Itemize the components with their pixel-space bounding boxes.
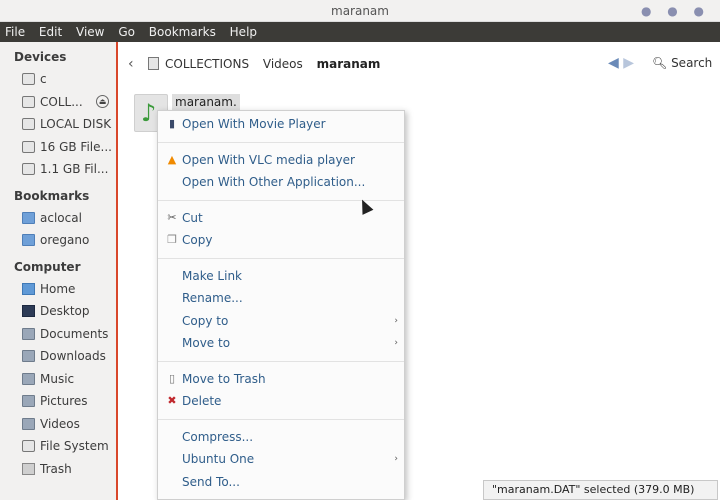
folder-icon — [22, 372, 35, 385]
menu-delete[interactable]: ✖ Delete — [158, 390, 404, 413]
menu-open-movie-player[interactable]: ▮ Open With Movie Player — [158, 113, 404, 136]
sidebar-item-music[interactable]: Music — [0, 368, 116, 391]
menu-copy[interactable]: ❐ Copy — [158, 229, 404, 252]
file-label[interactable]: maranam. — [172, 94, 240, 110]
sidebar-item-collections[interactable]: COLL... ⏏ — [0, 91, 116, 114]
drive-icon — [22, 440, 35, 452]
breadcrumb-maranam[interactable]: maranam — [317, 57, 381, 71]
sidebar-item-home[interactable]: Home — [0, 278, 116, 301]
sidebar-item-16gb[interactable]: 16 GB File... — [0, 136, 116, 159]
menu-file[interactable]: File — [0, 22, 30, 42]
sidebar-item-local-disk[interactable]: LOCAL DISK — [0, 113, 116, 136]
menu-separator — [158, 418, 404, 420]
menubar: File Edit View Go Bookmarks Help — [0, 22, 720, 42]
sidebar-item-desktop[interactable]: Desktop — [0, 300, 116, 323]
sidebar-item-file-system[interactable]: File System — [0, 435, 116, 458]
sidebar: Devices c COLL... ⏏ LOCAL DISK 16 GB File… — [0, 42, 118, 500]
menu-move-to[interactable]: Move to › — [158, 332, 404, 355]
drive-icon — [22, 163, 35, 175]
delete-x-icon: ✖ — [167, 394, 177, 407]
vlc-icon: ▲ — [167, 152, 177, 166]
menu-ubuntu-one[interactable]: Ubuntu One › — [158, 448, 404, 471]
breadcrumb: COLLECTIONS Videos maranam — [148, 57, 390, 71]
menu-open-vlc[interactable]: ▲ Open With VLC media player — [158, 149, 404, 172]
sidebar-header-computer: Computer — [14, 259, 81, 274]
search-icon: 🔍︎ — [652, 56, 668, 70]
desktop-icon — [22, 305, 35, 317]
menu-send-to[interactable]: Send To... — [158, 471, 404, 494]
sidebar-header-devices: Devices — [14, 50, 67, 64]
location-toolbar: ‹ COLLECTIONS Videos maranam ◀ ▶ 🔍︎ Sear… — [120, 42, 720, 86]
sidebar-item-downloads[interactable]: Downloads — [0, 345, 116, 368]
folder-icon — [22, 327, 35, 340]
sidebar-item-label: 16 GB File... — [40, 139, 112, 154]
sidebar-item-label: LOCAL DISK — [40, 117, 112, 131]
sidebar-item-videos[interactable]: Videos — [0, 413, 116, 436]
trash-icon — [22, 462, 35, 475]
menu-open-other[interactable]: Open With Other Application... — [158, 171, 404, 194]
window-titlebar: maranam ● ● ● — [0, 0, 720, 22]
sidebar-item-c[interactable]: c — [0, 68, 116, 91]
breadcrumb-videos[interactable]: Videos — [263, 57, 303, 71]
menu-separator — [158, 360, 404, 362]
scissors-icon: ✂ — [167, 210, 177, 224]
drive-icon — [22, 73, 35, 85]
chevron-right-icon: › — [394, 315, 398, 326]
eject-icon[interactable]: ⏏ — [96, 94, 109, 108]
window-title: maranam — [331, 4, 389, 18]
home-folder-icon — [22, 282, 35, 295]
menu-view[interactable]: View — [71, 22, 109, 42]
context-menu: ▮ Open With Movie Player ▲ Open With VLC m… — [157, 110, 405, 500]
sidebar-item-oregano[interactable]: oregano — [0, 229, 116, 252]
arrow-right-icon[interactable]: ▶ — [623, 55, 634, 71]
breadcrumb-collections[interactable]: COLLECTIONS — [148, 57, 249, 71]
window-controls[interactable]: ● ● ● — [641, 0, 710, 22]
sidebar-item-1-1gb[interactable]: 1.1 GB Fil... — [0, 158, 116, 181]
menu-bookmarks[interactable]: Bookmarks — [144, 22, 221, 42]
search-button[interactable]: 🔍︎ Search — [652, 56, 712, 70]
menu-go[interactable]: Go — [113, 22, 140, 42]
nav-arrows[interactable]: ◀ ▶ — [608, 55, 634, 71]
folder-icon — [22, 417, 35, 430]
chevron-left-icon[interactable]: ‹ — [128, 56, 134, 72]
sidebar-item-aclocal[interactable]: aclocal — [0, 207, 116, 230]
chevron-right-icon: › — [394, 454, 398, 464]
drive-icon — [22, 95, 35, 108]
chevron-right-icon: › — [394, 338, 398, 348]
menu-copy-to[interactable]: Copy to › — [158, 310, 404, 333]
sidebar-item-trash[interactable]: Trash — [0, 458, 116, 481]
folder-icon — [22, 234, 35, 246]
drive-icon — [22, 118, 35, 130]
menu-move-to-trash[interactable]: ▯ Move to Trash — [158, 368, 404, 391]
menu-make-link[interactable]: Make Link — [158, 265, 404, 288]
sidebar-item-documents[interactable]: Documents — [0, 323, 116, 346]
sidebar-item-pictures[interactable]: Pictures — [0, 390, 116, 413]
copy-icon: ❐ — [167, 233, 177, 246]
movie-player-icon: ▮ — [168, 117, 176, 130]
drive-icon — [22, 140, 35, 153]
folder-icon — [22, 395, 35, 407]
menu-rename[interactable]: Rename... — [158, 287, 404, 310]
menu-compress[interactable]: Compress... — [158, 426, 404, 449]
folder-icon — [22, 350, 35, 362]
drive-icon — [148, 57, 159, 70]
music-note-icon: ♪ — [141, 99, 157, 127]
trash-icon: ▯ — [168, 371, 176, 385]
status-bar: "maranam.DAT" selected (379.0 MB) — [483, 480, 718, 500]
menu-separator — [158, 141, 404, 143]
sidebar-header-bookmarks: Bookmarks — [14, 188, 90, 203]
menu-help[interactable]: Help — [225, 22, 262, 42]
menu-separator — [158, 257, 404, 259]
menu-edit[interactable]: Edit — [34, 22, 67, 42]
folder-icon — [22, 211, 35, 224]
arrow-left-icon[interactable]: ◀ — [608, 55, 619, 71]
